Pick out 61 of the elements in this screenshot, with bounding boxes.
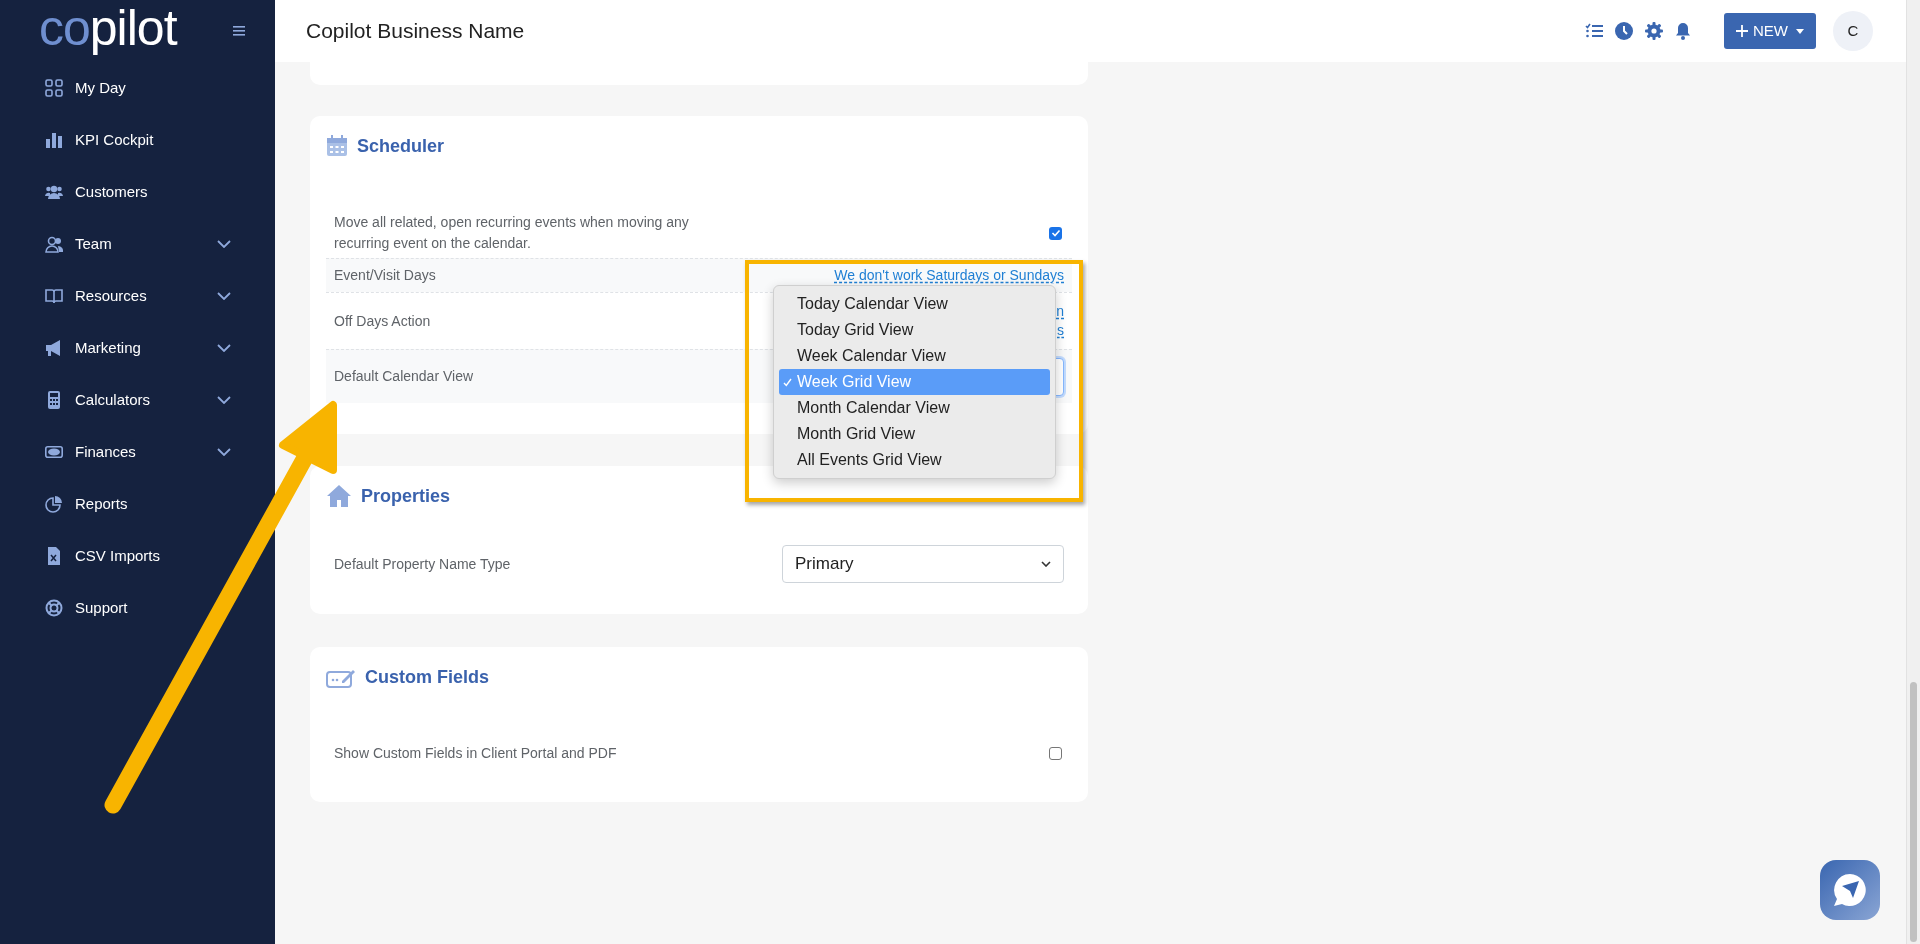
sidebar-item[interactable]: Support	[0, 582, 275, 634]
sidebar-item[interactable]: CSV Imports	[0, 530, 275, 582]
banknote-icon	[45, 443, 63, 461]
house-icon	[326, 484, 352, 508]
page-title: Copilot Business Name	[306, 18, 525, 45]
sidebar-item[interactable]: Calculators	[0, 374, 275, 426]
sidebar-item[interactable]: Resources	[0, 270, 275, 322]
book-icon	[45, 287, 63, 305]
plus-icon	[1736, 25, 1748, 37]
chat-button[interactable]	[1820, 860, 1880, 920]
dropdown-option[interactable]: Today Calendar View	[779, 291, 1050, 317]
setting-label: Move all related, open recurring events when moving any recurring event on the calendar.	[334, 213, 690, 253]
setting-label: Event/Visit Days	[334, 266, 437, 285]
setting-link[interactable]: n	[1056, 302, 1064, 321]
megaphone-icon	[45, 339, 63, 357]
notification-bell-icon[interactable]	[1675, 22, 1691, 40]
check-icon	[783, 378, 792, 387]
scrollbar-thumb[interactable]	[1910, 682, 1917, 942]
clock-icon[interactable]	[1615, 22, 1633, 40]
section-heading: Scheduler	[357, 134, 445, 158]
checkbox[interactable]	[1049, 226, 1062, 240]
sidebar-item[interactable]: KPI Cockpit	[0, 114, 275, 166]
lifebuoy-icon	[45, 599, 63, 617]
dropdown-option[interactable]: Week Calendar View	[779, 343, 1050, 369]
chevron-down-icon	[1041, 561, 1051, 567]
section-heading: Custom Fields	[365, 665, 489, 689]
logo: copilot	[39, 3, 177, 53]
setting-link[interactable]: s	[1057, 321, 1064, 340]
checkbox[interactable]	[1049, 747, 1062, 760]
setting-label: Default Calendar View	[334, 367, 475, 386]
paper-plane-bubble-icon	[1831, 871, 1869, 909]
grid-icon	[45, 79, 63, 97]
select-field[interactable]: Primary	[782, 545, 1064, 583]
dropdown-option[interactable]: Today Grid View	[779, 317, 1050, 343]
sidebar-item[interactable]: Team	[0, 218, 275, 270]
sidebar-item[interactable]: Finances	[0, 426, 275, 478]
users-icon	[45, 235, 63, 253]
calendar-icon	[326, 135, 348, 157]
setting-label: Default Property Name Type	[334, 554, 512, 574]
setting-label: Off Days Action	[334, 311, 432, 331]
pie-chart-icon	[45, 495, 63, 513]
sidebar-item[interactable]: Customers	[0, 166, 275, 218]
setting-link[interactable]: We don't work Saturdays or Sundays	[834, 266, 1064, 285]
new-button[interactable]: NEW	[1724, 13, 1816, 49]
csv-file-icon	[45, 547, 63, 565]
bar-chart-icon	[45, 131, 63, 149]
section-heading: Properties	[361, 484, 451, 508]
caret-icon	[1796, 28, 1804, 34]
avatar[interactable]: C	[1833, 11, 1873, 51]
dropdown-option[interactable]: Month Calendar View	[779, 395, 1050, 421]
people-group-icon	[45, 183, 63, 201]
menu-icon[interactable]	[233, 26, 245, 36]
dropdown-option[interactable]: Month Grid View	[779, 421, 1050, 447]
sidebar-item[interactable]: Marketing	[0, 322, 275, 374]
settings-icon[interactable]	[1645, 22, 1663, 40]
setting-label: Show Custom Fields in Client Portal and PDF	[334, 744, 618, 763]
calculator-icon	[45, 391, 63, 409]
sidebar-item[interactable]: Reports	[0, 478, 275, 530]
sidebar-item[interactable]: My Day	[0, 62, 275, 114]
task-list-icon[interactable]	[1585, 23, 1603, 39]
dropdown-option[interactable]: All Events Grid View	[779, 447, 1050, 473]
